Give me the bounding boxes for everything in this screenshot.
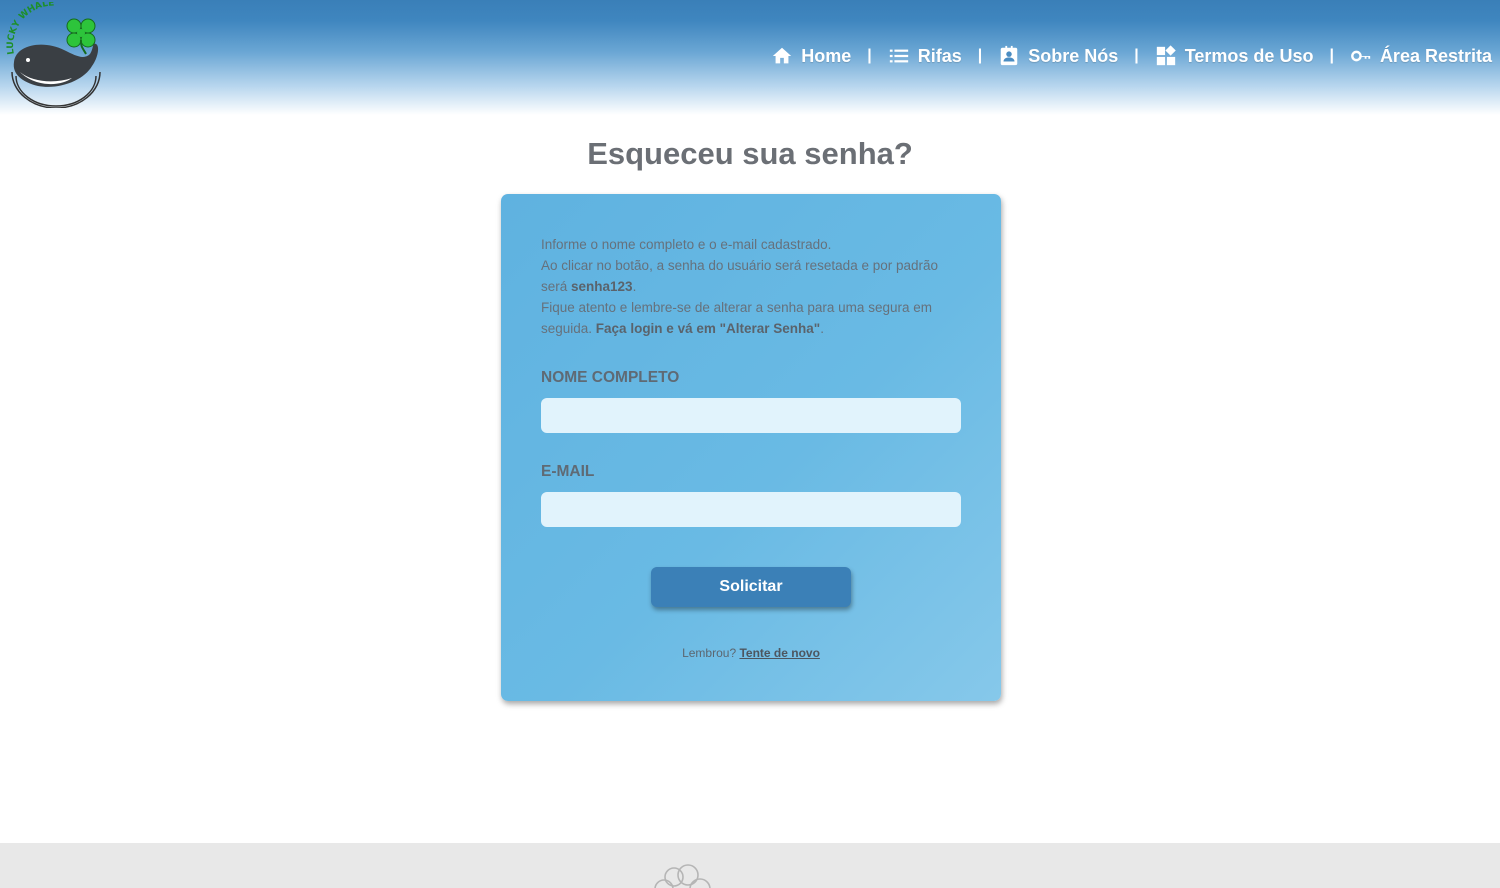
nav-area-restrita-label: Área Restrita	[1379, 45, 1492, 66]
page-title: Esqueceu sua senha?	[587, 136, 913, 171]
nav-termos-de-uso[interactable]: Termos de Uso	[1155, 45, 1314, 67]
nav-sobre-nos[interactable]: Sobre Nós	[998, 45, 1118, 67]
remember-text: Lembrou?	[682, 646, 740, 660]
home-icon	[773, 47, 792, 64]
widgets-icon	[1156, 45, 1176, 66]
nav-sobre-nos-label: Sobre Nós	[1028, 45, 1119, 66]
default-password: senha123	[571, 279, 633, 294]
nav-termos-label: Termos de Uso	[1184, 45, 1314, 66]
nav-home-label: Home	[801, 45, 852, 66]
main-nav: Home | Rifas | Sobre Nós | Termos de Uso…	[771, 43, 1492, 69]
retry-login-link[interactable]: Tente de novo	[739, 646, 819, 660]
nav-area-restrita[interactable]: Área Restrita	[1350, 45, 1492, 67]
site-footer	[0, 843, 1500, 888]
instructions-text: Informe o nome completo e o e-mail cadas…	[541, 234, 966, 339]
instructions-line: Ao clicar no botão, a senha do usuário s…	[541, 258, 939, 294]
nav-rifas-label: Rifas	[917, 45, 962, 66]
nav-separator: |	[977, 47, 983, 64]
nav-rifas[interactable]: Rifas	[888, 45, 962, 67]
nav-separator: |	[1329, 47, 1334, 64]
instructions-line: Fique atento e lembre-se de alterar a se…	[541, 300, 932, 336]
instructions-line: Informe o nome completo e o e-mail cadas…	[541, 237, 832, 252]
nav-separator: |	[1134, 47, 1139, 64]
email-label: E-MAIL	[541, 463, 595, 480]
login-hint: Faça login e vá em "Alterar Senha"	[595, 321, 821, 336]
submit-button[interactable]: Solicitar	[651, 567, 851, 607]
forgot-password-card: Informe o nome completo e o e-mail cadas…	[501, 194, 1001, 701]
contact-card-icon	[1000, 45, 1018, 66]
lucky-whale-logo[interactable]: LUCKY WHALE	[6, 0, 106, 109]
site-header: LUCKY WHALE Home | Rifas | Sobre Nós | T…	[0, 0, 1500, 115]
list-icon	[889, 49, 908, 63]
remember-prompt: Lembrou? Tente de novo	[501, 646, 1001, 660]
name-label: NOME COMPLETO	[541, 369, 680, 386]
full-name-input[interactable]	[541, 398, 961, 433]
key-icon	[1351, 50, 1371, 62]
email-input[interactable]	[541, 492, 961, 527]
nav-home[interactable]: Home	[771, 45, 851, 67]
clover-outline-icon	[654, 864, 711, 888]
nav-separator: |	[867, 47, 872, 64]
